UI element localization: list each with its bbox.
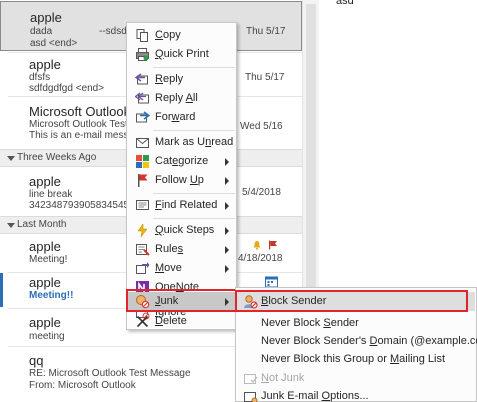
message-date: 4/18/2018 bbox=[238, 253, 283, 264]
message-sender: Microsoft Outlook bbox=[29, 104, 131, 119]
move-icon bbox=[136, 262, 150, 274]
quick-steps-icon bbox=[137, 223, 148, 238]
collapse-icon[interactable] bbox=[7, 156, 15, 161]
menu-item-categorize[interactable]: Categorize bbox=[128, 152, 235, 171]
menu-item-reply-all[interactable]: Reply All bbox=[128, 89, 235, 108]
categorize-icon bbox=[136, 155, 149, 168]
printer-icon bbox=[136, 48, 149, 61]
message-preview: 34234879390583454564 bbox=[29, 200, 129, 211]
submenu-arrow-icon bbox=[225, 246, 229, 254]
message-sender: apple bbox=[29, 239, 61, 254]
message-date: Thu 5/17 bbox=[245, 72, 285, 83]
delete-icon bbox=[136, 315, 149, 328]
reply-icon bbox=[135, 73, 148, 85]
reply-all-icon bbox=[135, 92, 149, 104]
message-subject: Meeting!! bbox=[29, 290, 74, 301]
message-preview: asd <end> bbox=[30, 38, 78, 49]
menu-item-find-related[interactable]: Find Related bbox=[128, 196, 235, 215]
menu-item-copy[interactable]: Copy bbox=[128, 26, 235, 45]
message-preview: sdfdgdfgd <end> bbox=[29, 83, 105, 94]
flag-icon bbox=[138, 174, 148, 187]
submenu-item-not-junk: Not Junk bbox=[237, 369, 475, 388]
message-subject: RE: Microsoft Outlook Test Message bbox=[29, 368, 191, 379]
submenu-arrow-icon bbox=[225, 265, 229, 273]
rules-icon bbox=[136, 244, 150, 256]
menu-item-follow-up[interactable]: Follow Up bbox=[128, 171, 235, 190]
menu-item-quick-steps[interactable]: Quick Steps bbox=[128, 221, 235, 240]
group-title: Three Weeks Ago bbox=[17, 152, 97, 163]
menu-item-delete[interactable]: Delete bbox=[128, 312, 235, 331]
message-date: Wed 5/16 bbox=[240, 121, 283, 132]
message-subject: meeting bbox=[29, 331, 65, 342]
message-sender: apple bbox=[29, 57, 61, 72]
menu-item-move[interactable]: Move bbox=[128, 259, 235, 278]
message-subject: line break bbox=[29, 189, 73, 200]
menu-item-forward[interactable]: Forward bbox=[128, 108, 235, 127]
block-sender-highlight-box bbox=[235, 290, 468, 312]
reading-pane-text: asd bbox=[336, 0, 354, 7]
message-sender: apple bbox=[30, 10, 62, 25]
message-date: Thu 5/17 bbox=[246, 26, 286, 37]
reminder-bell-icon bbox=[253, 241, 261, 250]
forward-icon bbox=[136, 111, 150, 123]
message-subject: dada bbox=[30, 26, 53, 37]
submenu-arrow-icon bbox=[225, 177, 229, 185]
flag-icon[interactable] bbox=[268, 240, 278, 250]
submenu-arrow-icon bbox=[225, 158, 229, 166]
message-sender: apple bbox=[29, 174, 61, 189]
junk-options-icon bbox=[244, 392, 258, 402]
submenu-item-junk-email-options[interactable]: Junk E-mail Options... bbox=[237, 387, 475, 402]
message-preview: From: Microsoft Outlook bbox=[29, 380, 136, 391]
collapse-icon[interactable] bbox=[7, 223, 15, 228]
group-title: Last Month bbox=[17, 219, 67, 230]
context-menu: Copy Quick Print Reply Reply All Forward bbox=[126, 22, 237, 330]
message-preview: This is an e-mail message bbox=[29, 130, 129, 141]
message-date: 5/4/2018 bbox=[242, 187, 281, 198]
find-related-icon bbox=[136, 200, 149, 210]
submenu-item-never-block-group[interactable]: Never Block this Group or Mailing List bbox=[237, 350, 475, 369]
message-subject: Meeting! bbox=[29, 254, 68, 265]
menu-item-mark-as-unread[interactable]: Mark as Unread bbox=[128, 133, 235, 152]
submenu-arrow-icon bbox=[225, 227, 229, 235]
message-sender: apple bbox=[29, 315, 61, 330]
submenu-item-never-block-domain[interactable]: Never Block Sender's Domain (@example.co… bbox=[237, 332, 477, 351]
submenu-item-never-block-sender[interactable]: Never Block Sender bbox=[237, 314, 475, 333]
mark-unread-icon bbox=[136, 138, 149, 148]
menu-item-reply[interactable]: Reply bbox=[128, 70, 235, 89]
menu-item-quick-print[interactable]: Quick Print bbox=[128, 45, 235, 64]
junk-highlight-box bbox=[126, 289, 237, 312]
message-subject: dfsfs bbox=[29, 72, 51, 83]
not-junk-icon bbox=[244, 374, 258, 384]
submenu-arrow-icon bbox=[225, 202, 229, 210]
copy-icon bbox=[136, 29, 148, 42]
message-sender: qq bbox=[29, 353, 44, 368]
menu-item-rules[interactable]: Rules bbox=[128, 240, 235, 259]
message-sender: apple bbox=[29, 275, 61, 290]
message-subject: Microsoft Outlook Test M bbox=[29, 119, 129, 130]
